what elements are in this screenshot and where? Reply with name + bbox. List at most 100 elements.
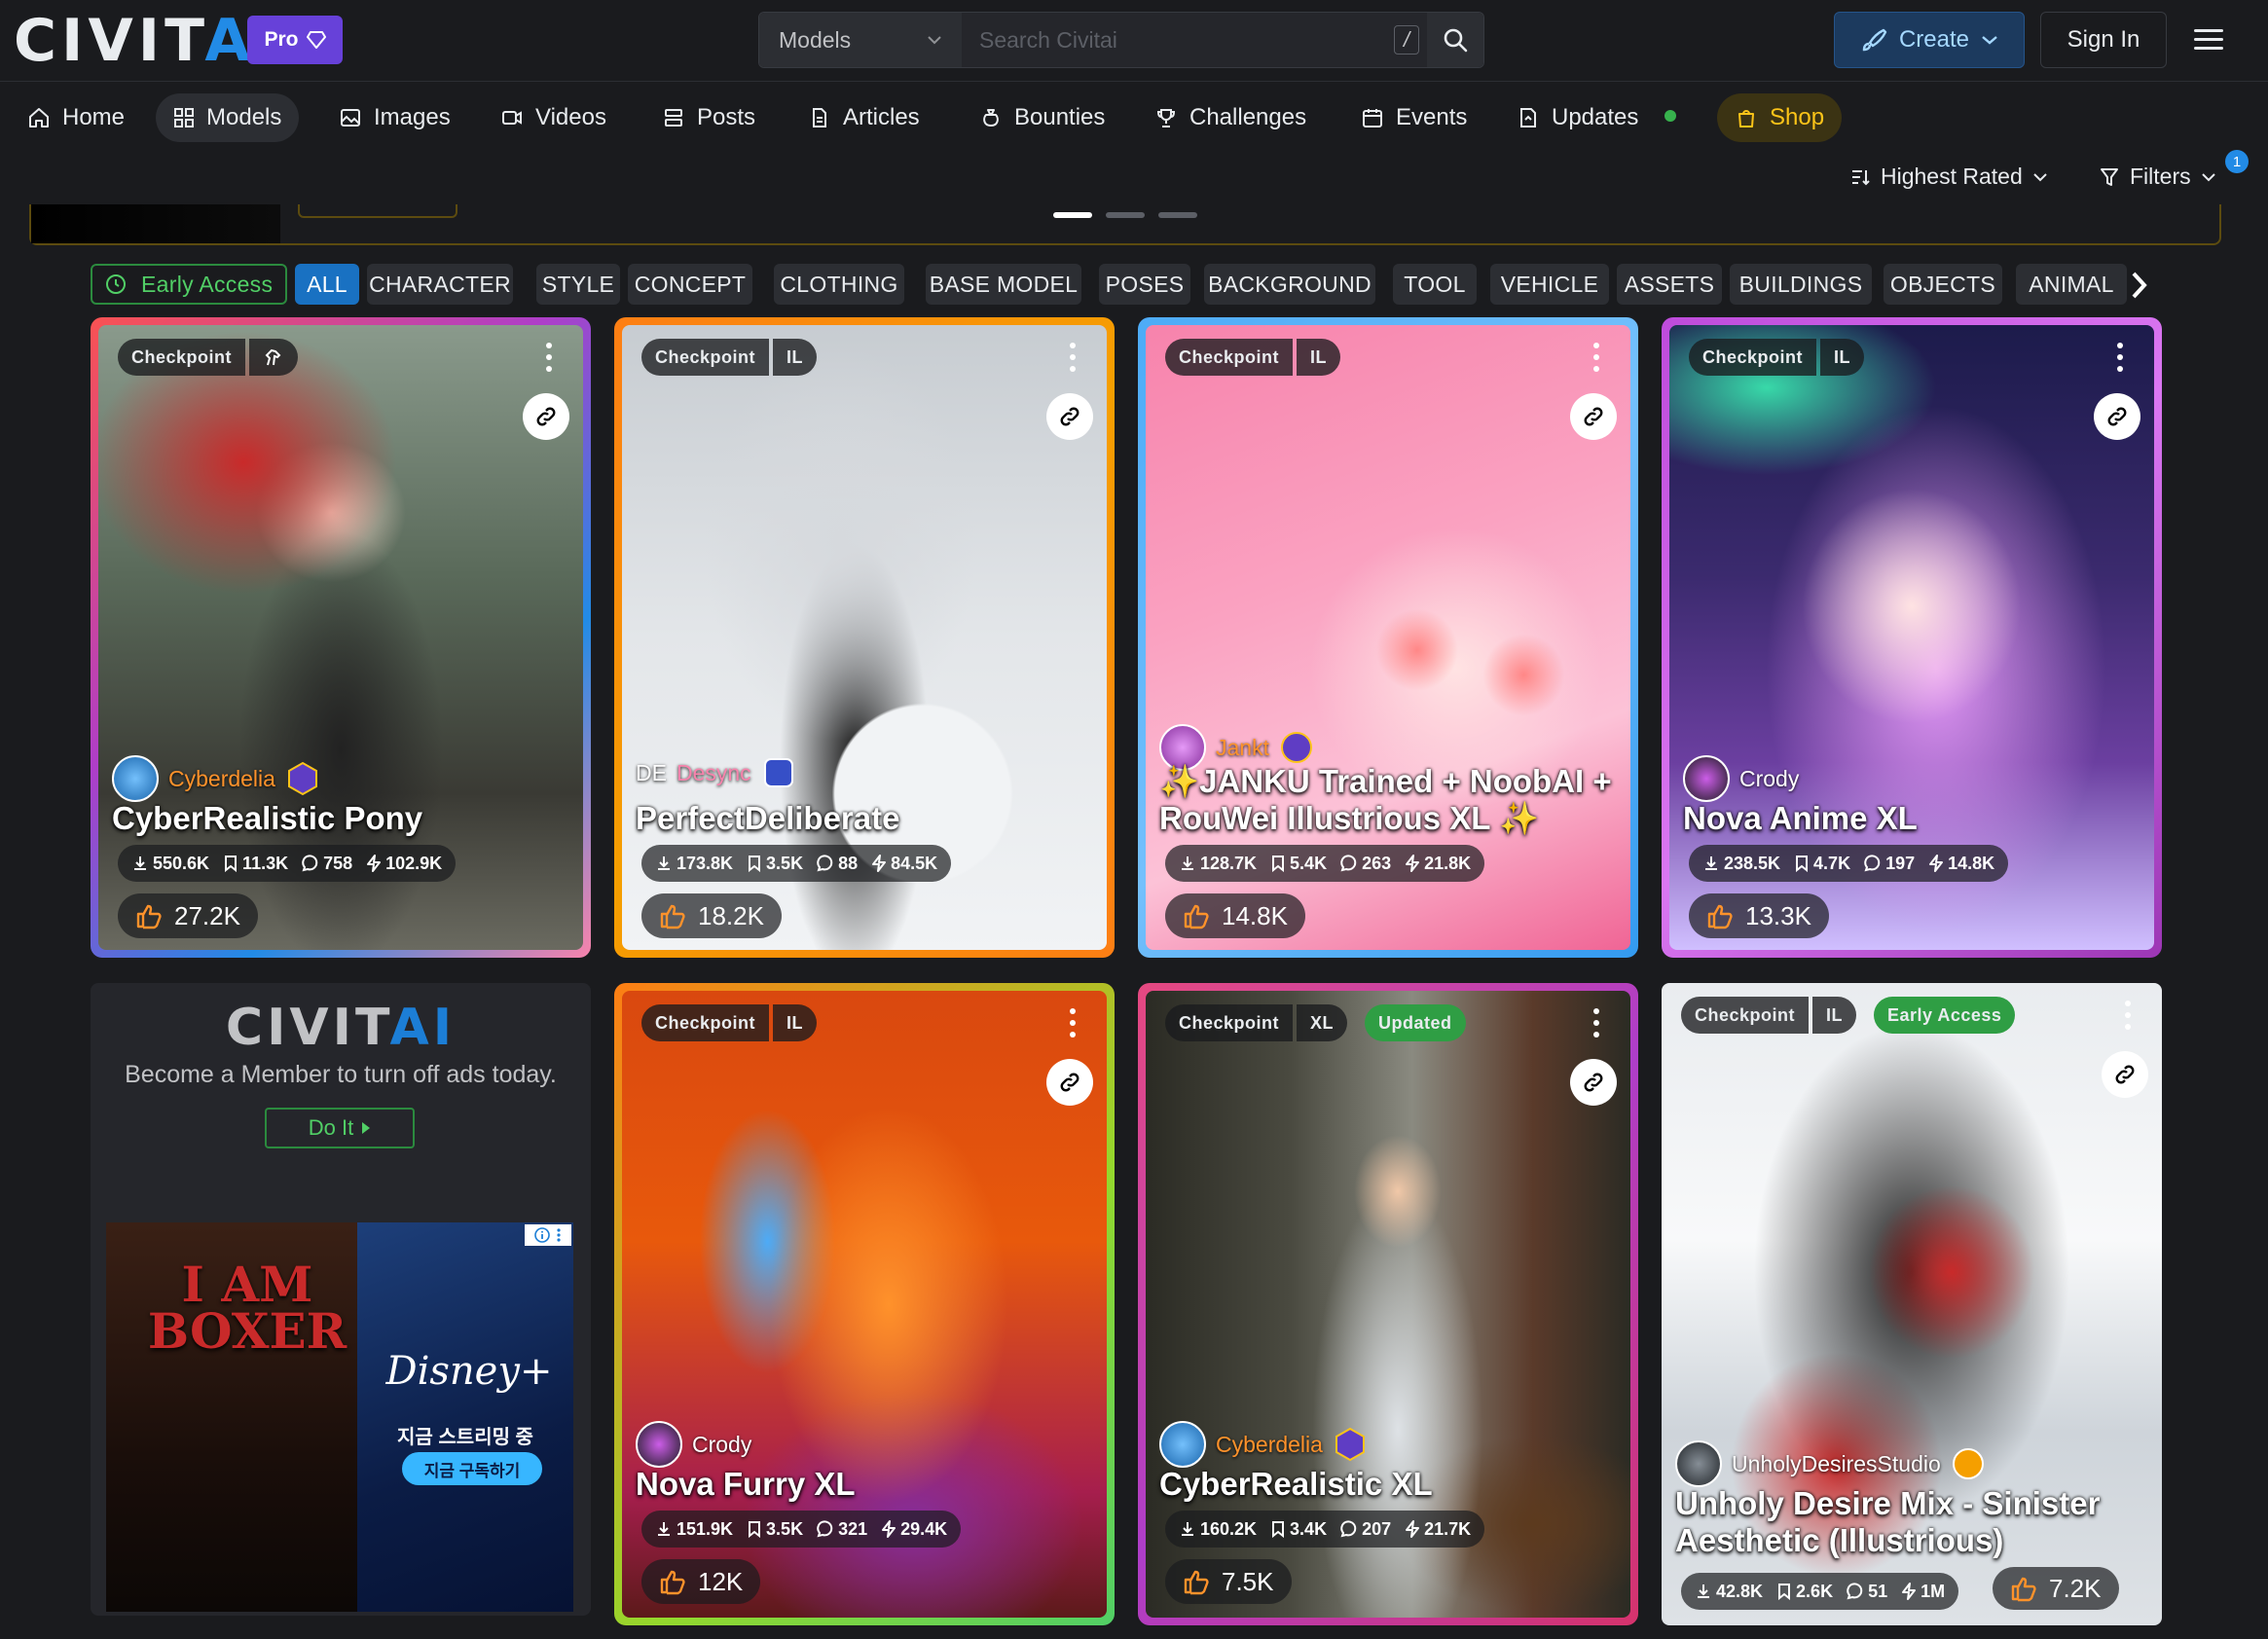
model-card[interactable]: Checkpoint IL Jankt ✨JANKU Trained + Noo… bbox=[1138, 317, 1638, 958]
link-button[interactable] bbox=[523, 393, 569, 440]
nav-posts[interactable]: Posts bbox=[644, 93, 773, 142]
create-button[interactable]: Create bbox=[1834, 12, 2025, 68]
model-title[interactable]: Nova Furry XL bbox=[636, 1466, 856, 1503]
nav-home[interactable]: Home bbox=[10, 93, 142, 142]
model-stats: 550.6K 11.3K 758 102.9K bbox=[118, 845, 457, 882]
ad-do-it-button[interactable]: Do It bbox=[265, 1108, 415, 1148]
chevron-down-icon bbox=[928, 36, 941, 45]
category-concept[interactable]: CONCEPT bbox=[628, 264, 752, 305]
like-count[interactable]: 27.2K bbox=[118, 893, 258, 938]
category-character[interactable]: CHARACTER bbox=[367, 264, 513, 305]
link-button[interactable] bbox=[1570, 1059, 1617, 1106]
banner-button[interactable] bbox=[298, 204, 457, 218]
model-title[interactable]: CyberRealistic Pony bbox=[112, 800, 422, 837]
like-count[interactable]: 13.3K bbox=[1689, 893, 1829, 938]
category-poses[interactable]: POSES bbox=[1099, 264, 1190, 305]
nav-videos[interactable]: Videos bbox=[483, 93, 624, 142]
creator-info[interactable]: DE Desync bbox=[636, 755, 796, 790]
more-options-icon[interactable] bbox=[1070, 1008, 1078, 1043]
nav-bounties[interactable]: Bounties bbox=[962, 93, 1122, 142]
updates-icon bbox=[1520, 108, 1536, 127]
like-count[interactable]: 14.8K bbox=[1165, 893, 1305, 938]
type-tag: Checkpoint bbox=[118, 339, 246, 376]
creator-badge-icon bbox=[1280, 732, 1312, 763]
creator-info[interactable]: Cyberdelia bbox=[112, 755, 320, 802]
model-title[interactable]: CyberRealistic XL bbox=[1159, 1466, 1433, 1503]
more-options-icon[interactable] bbox=[2117, 343, 2125, 378]
more-options-icon[interactable] bbox=[1593, 1008, 1601, 1043]
link-button[interactable] bbox=[1046, 1059, 1093, 1106]
link-button[interactable] bbox=[2102, 1051, 2148, 1098]
carousel-indicator[interactable] bbox=[1106, 212, 1145, 218]
model-card[interactable]: Checkpoint Cyberdelia CyberRealistic Pon… bbox=[91, 317, 591, 958]
creator-info[interactable]: Crody bbox=[636, 1421, 751, 1468]
like-count[interactable]: 7.2K bbox=[1993, 1567, 2119, 1610]
search-button[interactable] bbox=[1427, 13, 1483, 67]
nav-models[interactable]: Models bbox=[156, 93, 300, 142]
category-style[interactable]: STYLE bbox=[536, 264, 620, 305]
more-options-icon[interactable] bbox=[1593, 343, 1601, 378]
category-scroll-right-button[interactable] bbox=[2120, 269, 2159, 302]
more-options-icon[interactable] bbox=[1070, 343, 1078, 378]
type-tag: Checkpoint bbox=[1165, 1004, 1294, 1041]
model-title[interactable]: Nova Anime XL bbox=[1683, 800, 1918, 837]
category-background[interactable]: BACKGROUND bbox=[1204, 264, 1375, 305]
category-early-access[interactable]: Early Access bbox=[91, 264, 287, 305]
pro-button[interactable]: Pro bbox=[247, 16, 343, 64]
tag-row: Checkpoint IL bbox=[641, 1004, 818, 1041]
nav-challenges[interactable]: Challenges bbox=[1137, 93, 1324, 142]
link-button[interactable] bbox=[1046, 393, 1093, 440]
creator-info[interactable]: Crody bbox=[1683, 755, 1799, 802]
filters-count-badge: 1 bbox=[2225, 150, 2249, 173]
base-model-tag: IL bbox=[1812, 997, 1857, 1034]
category-buildings[interactable]: BUILDINGS bbox=[1730, 264, 1872, 305]
filters-button[interactable]: Filters bbox=[2099, 164, 2216, 190]
hamburger-menu-icon[interactable] bbox=[2194, 23, 2223, 55]
category-objects[interactable]: OBJECTS bbox=[1884, 264, 2002, 305]
category-assets[interactable]: ASSETS bbox=[1617, 264, 1722, 305]
model-title[interactable]: Unholy Desire Mix - Sinister Aesthetic (I… bbox=[1675, 1485, 2100, 1559]
category-base-model[interactable]: BASE MODEL bbox=[926, 264, 1081, 305]
ad-info-icon[interactable] bbox=[525, 1224, 571, 1246]
category-vehicle[interactable]: VEHICLE bbox=[1490, 264, 1609, 305]
ad-subscribe-button[interactable]: 지금 구독하기 bbox=[402, 1452, 542, 1485]
carousel-indicator[interactable] bbox=[1158, 212, 1197, 218]
model-card[interactable]: Checkpoint IL Crody Nova Anime XL 238.5K… bbox=[1662, 317, 2162, 958]
more-options-icon[interactable] bbox=[546, 343, 554, 378]
more-options-icon[interactable] bbox=[2125, 1001, 2133, 1036]
creator-badge-icon bbox=[1335, 1427, 1365, 1462]
like-count[interactable]: 7.5K bbox=[1165, 1559, 1292, 1604]
model-card[interactable]: Checkpoint IL Crody Nova Furry XL 151.9K… bbox=[614, 983, 1115, 1625]
nav-events[interactable]: Events bbox=[1343, 93, 1484, 142]
nav-images[interactable]: Images bbox=[321, 93, 468, 142]
model-title[interactable]: PerfectDeliberate bbox=[636, 800, 899, 837]
featured-banner[interactable] bbox=[29, 204, 2221, 245]
model-card[interactable]: Checkpoint IL Early Access UnholyDesires… bbox=[1662, 983, 2162, 1625]
model-title[interactable]: ✨JANKU Trained + NoobAI + RouWei Illustri… bbox=[1159, 763, 1612, 837]
link-button[interactable] bbox=[1570, 393, 1617, 440]
comment-icon bbox=[817, 1520, 833, 1538]
like-count[interactable]: 18.2K bbox=[641, 893, 782, 938]
search-type-value: Models bbox=[779, 26, 852, 53]
bolt-icon bbox=[1929, 855, 1944, 872]
category-all[interactable]: ALL bbox=[295, 264, 359, 305]
search-type-select[interactable]: Models bbox=[759, 13, 962, 67]
nav-articles[interactable]: Articles bbox=[790, 93, 937, 142]
sign-in-button[interactable]: Sign In bbox=[2040, 12, 2167, 68]
advertisement-image[interactable]: I AM BOXER Disney+ 지금 스트리밍 중 지금 구독하기 bbox=[106, 1222, 573, 1612]
carousel-indicator-active[interactable] bbox=[1053, 212, 1092, 218]
sort-select[interactable]: Highest Rated bbox=[1849, 164, 2048, 190]
nav-shop[interactable]: Shop bbox=[1717, 93, 1843, 142]
category-animal[interactable]: ANIMAL bbox=[2016, 264, 2127, 305]
category-clothing[interactable]: CLOTHING bbox=[774, 264, 904, 305]
nav-updates[interactable]: Updates bbox=[1499, 93, 1656, 142]
creator-info[interactable]: Cyberdelia bbox=[1159, 1421, 1368, 1468]
civitai-logo[interactable]: CIVITAI bbox=[14, 12, 281, 70]
search-input[interactable] bbox=[962, 13, 1386, 67]
model-card[interactable]: Checkpoint XL Updated Cyberdelia CyberRe… bbox=[1138, 983, 1638, 1625]
category-tool[interactable]: TOOL bbox=[1393, 264, 1477, 305]
model-card[interactable]: Checkpoint IL DE Desync PerfectDeliberat… bbox=[614, 317, 1115, 958]
like-count[interactable]: 12K bbox=[641, 1559, 761, 1604]
creator-info[interactable]: UnholyDesiresStudio bbox=[1675, 1440, 1986, 1487]
link-button[interactable] bbox=[2094, 393, 2140, 440]
